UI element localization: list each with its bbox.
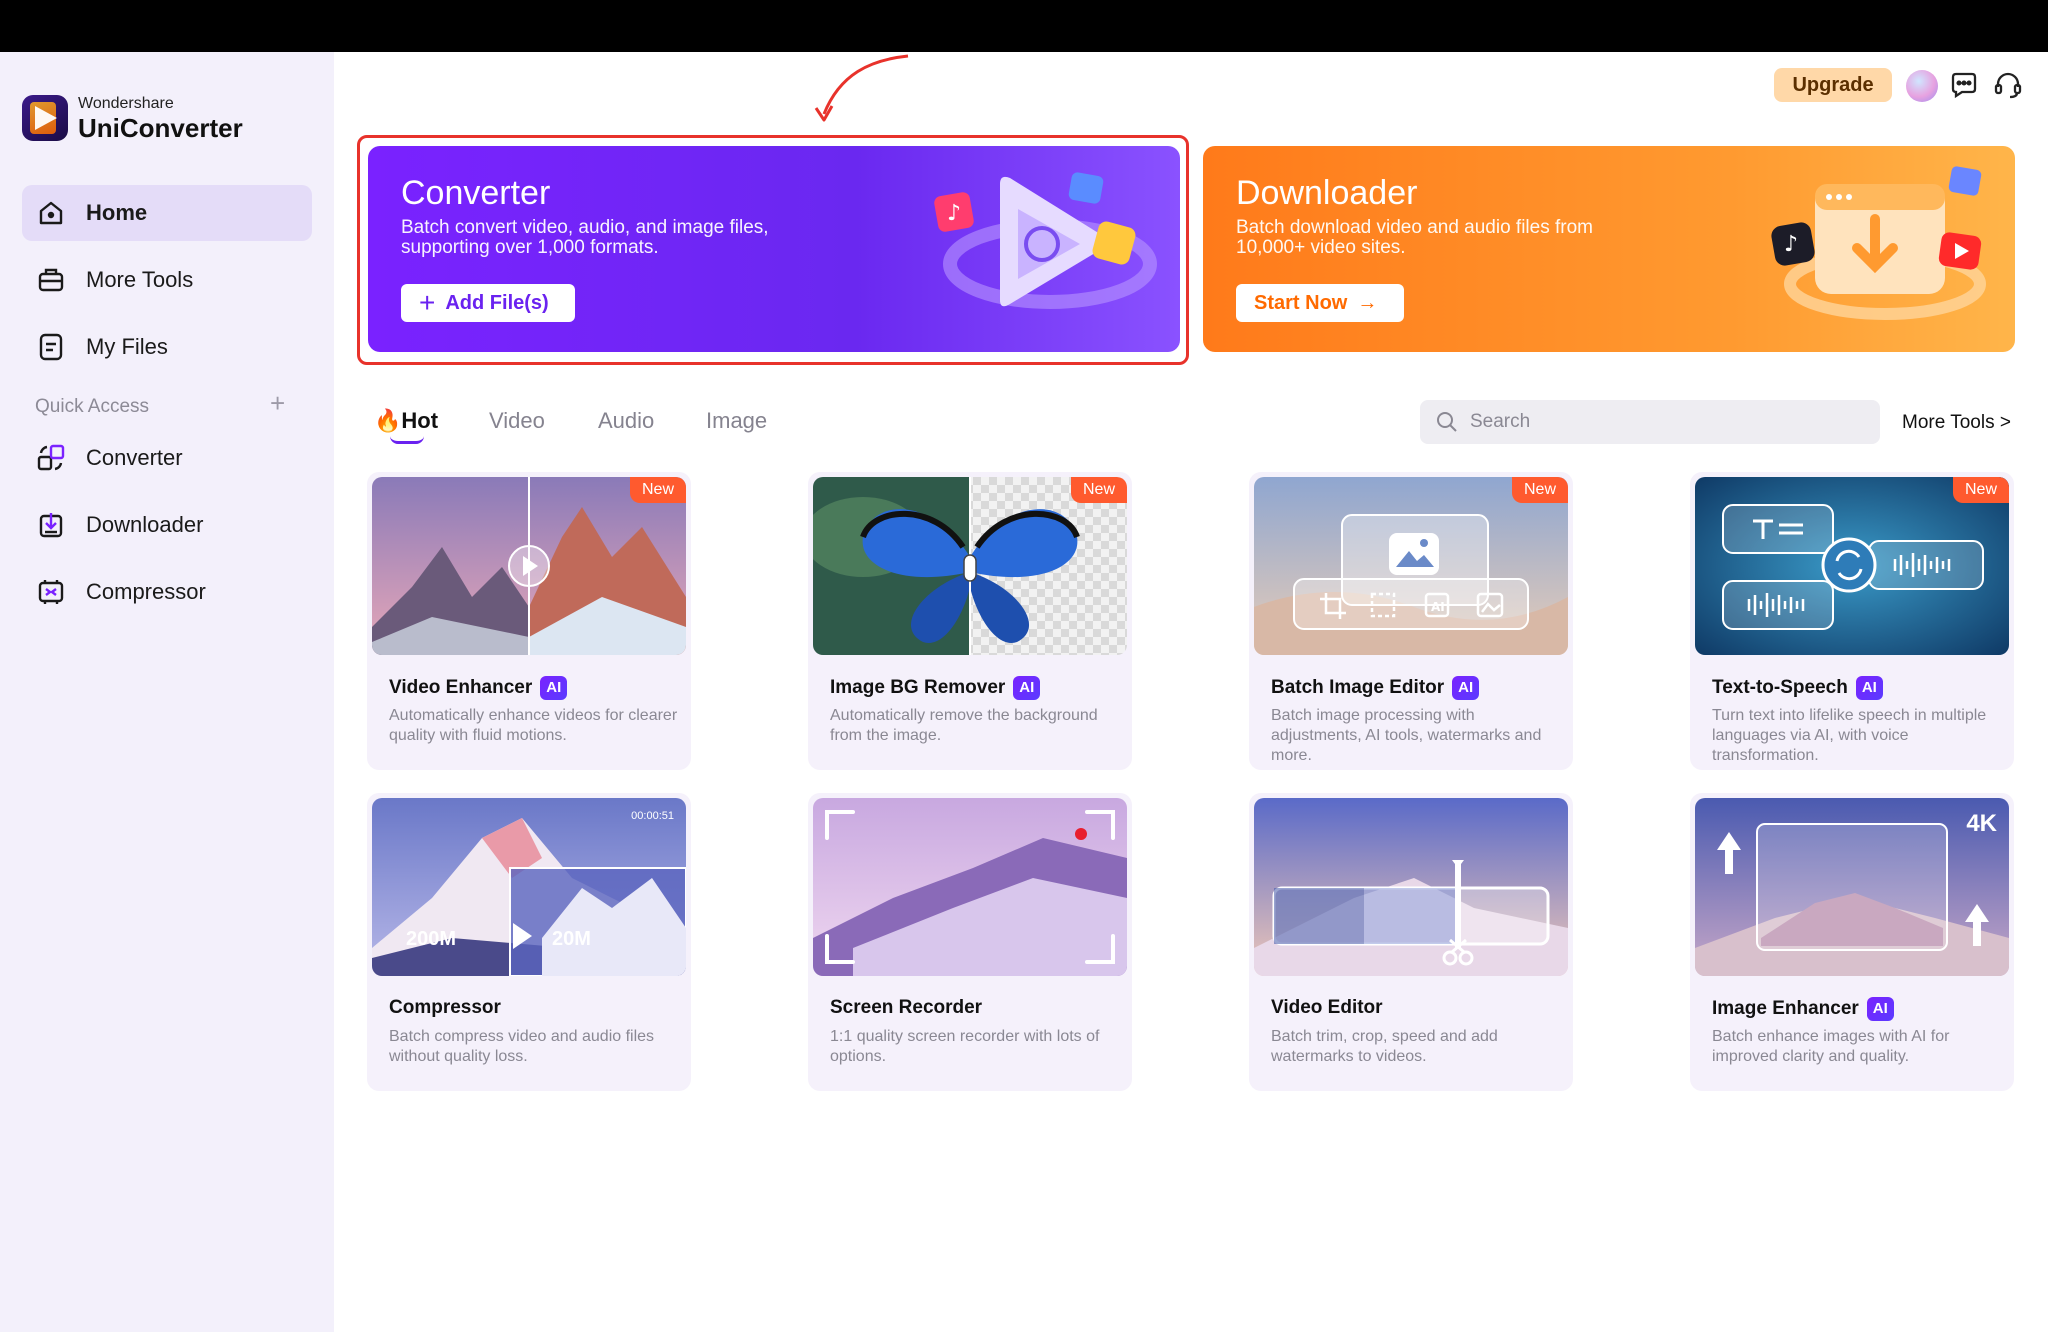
sidebar-item-label: Converter [86, 445, 183, 470]
card-title: Video Enhancer [389, 677, 533, 698]
card-description: Batch enhance images with AI for improve… [1712, 1028, 1950, 1065]
sidebar-item-label: Home [86, 200, 148, 225]
tool-card-video-enhancer[interactable]: New Video Enhancer AI Automatically enhan… [367, 472, 691, 770]
app-logo: Wondershare UniConverter [22, 95, 243, 141]
arrow-right-icon: → [1357, 291, 1378, 314]
start-now-button[interactable]: Start Now → [1236, 284, 1404, 322]
image-enhancer-thumbnail: 4K [1695, 798, 2009, 976]
tool-card-video-editor[interactable]: Video Editor Batch trim, crop, speed and… [1249, 793, 1573, 1091]
quick-access-title: Quick Access [35, 396, 150, 417]
sidebar-item-my-files[interactable]: My Files [22, 319, 312, 375]
support-headset-icon[interactable] [1992, 69, 2024, 101]
card-title: Screen Recorder [830, 997, 983, 1018]
new-badge: New [629, 477, 686, 503]
tab-video[interactable]: Video [489, 408, 545, 434]
more-tools-link[interactable]: More Tools > [1902, 412, 2011, 434]
size-after-label: 20M [552, 928, 591, 950]
card-title: Compressor [389, 997, 501, 1018]
message-icon[interactable] [1948, 69, 1980, 101]
resolution-label: 4K [1966, 810, 1997, 837]
card-title: Text-to-Speech [1712, 677, 1848, 698]
new-badge: New [1952, 477, 2009, 503]
text-to-speech-thumbnail: New [1695, 477, 2009, 655]
app-name: UniConverter [78, 112, 243, 143]
downloader-banner[interactable]: Downloader Batch download video and audi… [1203, 146, 2015, 352]
avatar[interactable] [1906, 70, 1938, 102]
sidebar-item-home[interactable]: Home [22, 185, 312, 241]
tab-hot-label: Hot [401, 408, 439, 433]
ai-badge: AI [1452, 676, 1480, 700]
tab-audio[interactable]: Audio [598, 408, 654, 434]
image-bg-remover-thumbnail: New [813, 477, 1127, 655]
video-timestamp: 00:00:51 [631, 810, 674, 822]
sidebar-item-label: My Files [86, 334, 168, 359]
card-description: Automatically remove the background from… [830, 707, 1098, 744]
ai-badge: AI [1866, 997, 1894, 1021]
tool-card-batch-image-editor[interactable]: AI New Batch Image Editor AI Batch image … [1249, 472, 1573, 770]
ai-badge: AI [1855, 676, 1883, 700]
sidebar-item-label: Compressor [86, 579, 206, 604]
tab-active-indicator [390, 436, 424, 444]
downloader-icon [36, 510, 66, 540]
sidebar-item-compressor[interactable]: Compressor [22, 564, 312, 620]
converter-icon [36, 443, 66, 473]
card-title: Video Editor [1271, 997, 1383, 1018]
new-badge: New [1070, 477, 1127, 503]
sidebar-item-more-tools[interactable]: More Tools [22, 252, 312, 308]
screen-recorder-thumbnail [813, 798, 1127, 976]
video-enhancer-thumbnail: New [372, 477, 686, 655]
batch-image-editor-thumbnail: AI New [1254, 477, 1568, 655]
file-icon [36, 332, 66, 362]
new-badge: New [1511, 477, 1568, 503]
upgrade-button[interactable]: Upgrade [1774, 68, 1892, 102]
sidebar-item-label: More Tools [86, 267, 194, 292]
card-title: Image Enhancer [1712, 998, 1859, 1019]
ai-badge: AI [540, 676, 568, 700]
downloader-title: Downloader [1236, 174, 1418, 212]
card-title: Image BG Remover [830, 677, 1006, 698]
brand-name: Wondershare [78, 94, 174, 112]
compressor-icon [36, 577, 66, 607]
downloader-description: Batch download video and audio files fro… [1236, 217, 1594, 258]
card-description: 1:1 quality screen recorder with lots of… [830, 1028, 1100, 1065]
compressor-thumbnail: 00:00:51 200M 20M [372, 798, 686, 976]
tool-card-image-bg-remover[interactable]: New Image BG Remover AI Automatically rem… [808, 472, 1132, 770]
search-input[interactable]: Search [1420, 400, 1880, 444]
toolbox-icon [36, 265, 66, 295]
callout-arrow-icon [814, 54, 909, 122]
svg-text:♪: ♪ [1784, 232, 1798, 257]
search-placeholder: Search [1470, 411, 1531, 432]
fire-icon: 🔥 [374, 408, 402, 433]
home-icon [36, 198, 66, 228]
tool-card-screen-recorder[interactable]: Screen Recorder 1:1 quality screen recor… [808, 793, 1132, 1091]
quick-access-add-button[interactable]: + [270, 390, 285, 416]
sidebar: Wondershare UniConverter Home More Tools… [0, 52, 334, 1332]
downloader-illustration-icon: ♪ [1771, 166, 1986, 320]
card-description: Automatically enhance videos for clearer… [389, 707, 678, 744]
tool-card-text-to-speech[interactable]: New Text-to-Speech AI Turn text into life… [1690, 472, 2014, 770]
svg-text:AI: AI [1431, 600, 1445, 614]
video-editor-thumbnail [1254, 798, 1568, 976]
sidebar-item-converter[interactable]: Converter [22, 430, 312, 486]
tool-card-image-enhancer[interactable]: 4K Image Enhancer AI Batch enhance images… [1690, 793, 2014, 1091]
card-description: Turn text into lifelike speech in multip… [1712, 707, 1987, 764]
search-icon [1437, 412, 1457, 432]
app-window: Wondershare UniConverter Home More Tools… [0, 52, 2048, 1332]
card-description: Batch compress video and audio files wit… [389, 1028, 655, 1065]
tab-hot[interactable]: 🔥Hot [374, 408, 438, 434]
tab-image[interactable]: Image [706, 408, 767, 434]
size-before-label: 200M [406, 928, 457, 950]
card-title: Batch Image Editor [1271, 677, 1445, 698]
top-black-bar [0, 0, 2048, 52]
start-now-label: Start Now [1254, 291, 1348, 314]
card-description: Batch trim, crop, speed and add watermar… [1271, 1028, 1498, 1065]
sidebar-item-downloader[interactable]: Downloader [22, 497, 312, 553]
converter-highlight-box [357, 135, 1189, 365]
tool-card-compressor[interactable]: 00:00:51 200M 20M Compressor Batch compr… [367, 793, 691, 1091]
uniconverter-logo-icon [22, 95, 68, 141]
card-description: Batch image processing with adjustments,… [1271, 707, 1542, 764]
ai-badge: AI [1013, 676, 1041, 700]
sidebar-item-label: Downloader [86, 512, 204, 537]
